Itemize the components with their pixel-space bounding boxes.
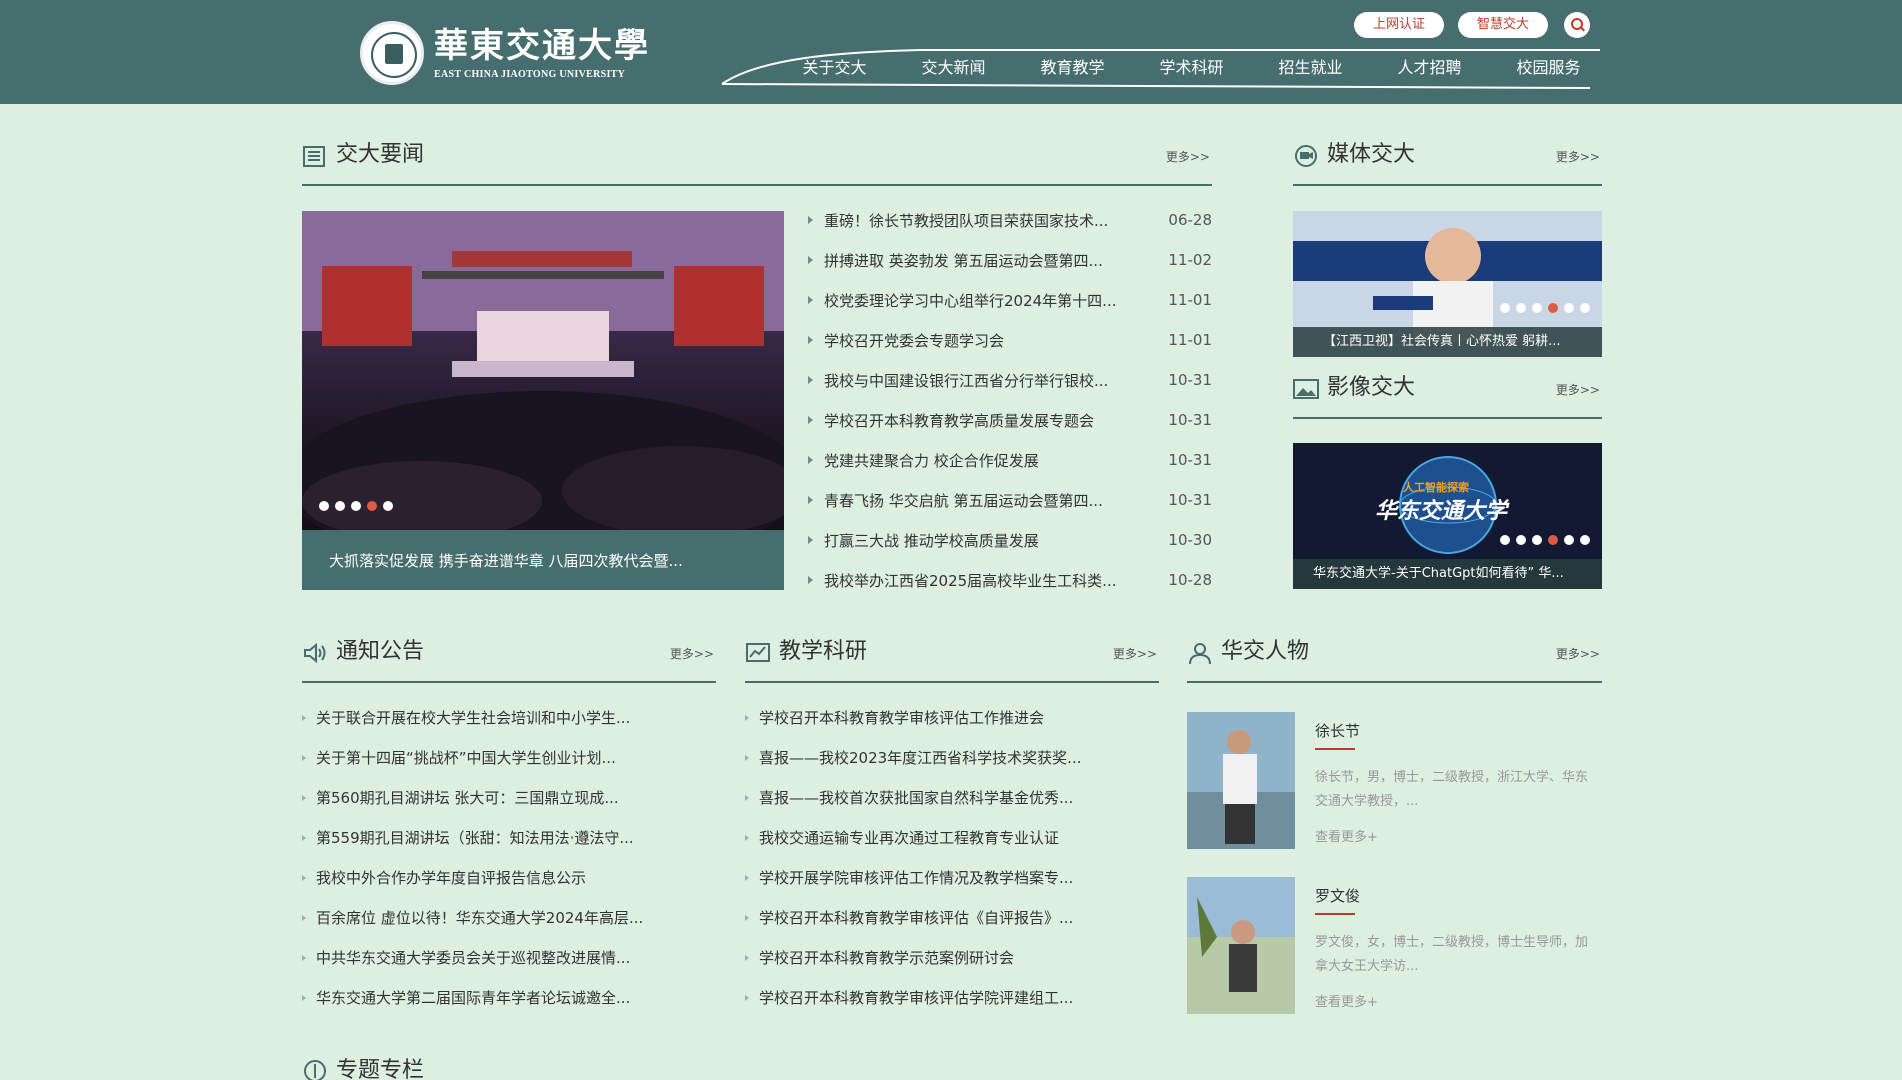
- main-nav: 关于交大 交大新闻 教育教学 学术科研 招生就业 人才招聘 校园服务: [775, 56, 1608, 80]
- list-item[interactable]: 拼搏进取 英姿勃发 第五届运动会暨第四... 11-02: [806, 240, 1212, 280]
- media-more-link[interactable]: 更多>>: [1556, 148, 1600, 165]
- book-icon: [304, 1060, 326, 1080]
- person-photo: [1187, 877, 1295, 1014]
- notices-section-title: 通知公告: [336, 639, 425, 664]
- video-section-title: 影像交大: [1327, 375, 1416, 400]
- newspaper-icon: [303, 146, 325, 167]
- media-section-header: 媒体交大 更多>>: [1293, 140, 1602, 186]
- network-auth-button[interactable]: 上网认证: [1354, 12, 1445, 38]
- people-more-link[interactable]: 更多>>: [1556, 645, 1600, 662]
- nav-item-admissions[interactable]: 招生就业: [1251, 56, 1370, 80]
- person-more-link[interactable]: 查看更多+: [1315, 826, 1378, 845]
- video-overlay-title: 华东交通大学: [1375, 499, 1508, 524]
- notices-more-link[interactable]: 更多>>: [670, 645, 714, 662]
- person-photo: [1187, 712, 1295, 849]
- list-item[interactable]: 学校召开本科教育教学示范案例研讨会: [745, 938, 1159, 978]
- nav-item-news[interactable]: 交大新闻: [894, 56, 1013, 80]
- list-item[interactable]: 我校举办江西省2025届高校毕业生工科类... 10-28: [806, 560, 1212, 600]
- search-icon[interactable]: [1564, 12, 1591, 38]
- list-item[interactable]: 喜报——我校2023年度江西省科学技术奖获奖...: [745, 738, 1159, 778]
- list-item[interactable]: 打赢三大战 推动学校高质量发展 10-30: [806, 520, 1212, 560]
- news-list: 重磅！徐长节教授团队项目荣获国家技术... 06-28 拼搏进取 英姿勃发 第五届…: [806, 200, 1212, 600]
- camera-chat-icon: [1295, 145, 1317, 167]
- name-underline: [1315, 748, 1355, 750]
- notices-list: 关于联合开展在校大学生社会培训和中小学生... 关于第十四届“挑战杯”中国大学生…: [302, 698, 716, 1018]
- person-description: 罗文俊，女，博士，二级教授，博士生导师，加拿大女王大学访...: [1315, 935, 1589, 974]
- logo-chinese-name: 華東交通大學: [434, 25, 650, 66]
- video-caption[interactable]: 华东交通大学-关于ChatGpt如何看待” 华...: [1293, 559, 1602, 589]
- media-caption[interactable]: 【江西卫视】社会传真丨心怀热爱 躬耕...: [1293, 327, 1602, 357]
- media-section-title: 媒体交大: [1327, 142, 1416, 167]
- person-card[interactable]: 徐长节 徐长节，男，博士，二级教授，浙江大学、华东交通大学教授，... 查看更多…: [1187, 712, 1602, 850]
- list-item[interactable]: 学校召开党委会专题学习会 11-01: [806, 320, 1212, 360]
- media-carousel-dots[interactable]: [1500, 303, 1590, 313]
- people-section-header: 华交人物 更多>>: [1187, 637, 1602, 683]
- slideshow-dots[interactable]: [319, 501, 393, 511]
- notices-section-header: 通知公告 更多>>: [302, 637, 716, 683]
- news-slideshow[interactable]: 大抓落实促发展 携手奋进谱华章 八届四次教代会暨...: [302, 211, 784, 590]
- list-item[interactable]: 我校交通运输专业再次通过工程教育专业认证: [745, 818, 1159, 858]
- list-item[interactable]: 学校开展学院审核评估工作情况及教学档案专...: [745, 858, 1159, 898]
- person-name[interactable]: 罗文俊: [1315, 885, 1360, 906]
- person-more-link[interactable]: 查看更多+: [1315, 991, 1378, 1010]
- research-section-header: 教学科研 更多>>: [745, 637, 1159, 683]
- person-card[interactable]: 罗文俊 罗文俊，女，博士，二级教授，博士生导师，加拿大女王大学访... 查看更多…: [1187, 877, 1602, 1015]
- video-section-header: 影像交大 更多>>: [1293, 373, 1602, 419]
- news-section-title: 交大要闻: [336, 142, 425, 167]
- list-item[interactable]: 我校中外合作办学年度自评报告信息公示: [302, 858, 716, 898]
- list-item[interactable]: 学校召开本科教育教学审核评估《自评报告》...: [745, 898, 1159, 938]
- nav-item-recruitment[interactable]: 人才招聘: [1370, 56, 1489, 80]
- list-item[interactable]: 百余席位 虚位以待！华东交通大学2024年高层...: [302, 898, 716, 938]
- news-section-header: 交大要闻 更多>>: [302, 140, 1212, 186]
- university-logo[interactable]: 華東交通大學 EAST CHINA JIAOTONG UNIVERSITY: [360, 21, 650, 85]
- nav-item-about[interactable]: 关于交大: [775, 56, 894, 80]
- slide-caption[interactable]: 大抓落实促发展 携手奋进谱华章 八届四次教代会暨...: [329, 550, 683, 571]
- research-section-title: 教学科研: [779, 639, 868, 664]
- university-seal-icon: [360, 21, 424, 85]
- speaker-icon: [304, 642, 326, 664]
- list-item[interactable]: 我校与中国建设银行江西省分行举行银校... 10-31: [806, 360, 1212, 400]
- site-header: 華東交通大學 EAST CHINA JIAOTONG UNIVERSITY 上网…: [0, 0, 1902, 104]
- list-item[interactable]: 学校召开本科教育教学审核评估学院评建组工...: [745, 978, 1159, 1018]
- research-list: 学校召开本科教育教学审核评估工作推进会 喜报——我校2023年度江西省科学技术奖…: [745, 698, 1159, 1018]
- smart-campus-button[interactable]: 智慧交大: [1458, 12, 1549, 38]
- chart-board-icon: [746, 643, 770, 662]
- list-item[interactable]: 学校召开本科教育教学高质量发展专题会 10-31: [806, 400, 1212, 440]
- list-item[interactable]: 校党委理论学习中心组举行2024年第十四... 11-01: [806, 280, 1212, 320]
- logo-english-name: EAST CHINA JIAOTONG UNIVERSITY: [434, 68, 626, 80]
- list-item[interactable]: 青春飞扬 华交启航 第五届运动会暨第四... 10-31: [806, 480, 1212, 520]
- list-item[interactable]: 重磅！徐长节教授团队项目荣获国家技术... 06-28: [806, 200, 1212, 240]
- person-icon: [1189, 643, 1211, 665]
- list-item[interactable]: 党建共建聚合力 校企合作促发展 10-31: [806, 440, 1212, 480]
- special-section-title: 专题专栏: [336, 1058, 425, 1080]
- nav-item-education[interactable]: 教育教学: [1013, 56, 1132, 80]
- nav-item-campus-services[interactable]: 校园服务: [1489, 56, 1608, 80]
- news-more-link[interactable]: 更多>>: [1166, 148, 1210, 165]
- media-video-card[interactable]: 【江西卫视】社会传真丨心怀热爱 躬耕...: [1293, 211, 1602, 357]
- list-item[interactable]: 喜报——我校首次获批国家自然科学基金优秀...: [745, 778, 1159, 818]
- name-underline: [1315, 913, 1355, 915]
- video-more-link[interactable]: 更多>>: [1556, 381, 1600, 398]
- person-description: 徐长节，男，博士，二级教授，浙江大学、华东交通大学教授，...: [1315, 770, 1589, 809]
- research-more-link[interactable]: 更多>>: [1113, 645, 1157, 662]
- video-card[interactable]: 华东交通大学 人工智能探索 华东交通大学-关于ChatGpt如何看待” 华...: [1293, 443, 1602, 589]
- people-section-title: 华交人物: [1221, 639, 1310, 664]
- nav-item-research[interactable]: 学术科研: [1132, 56, 1251, 80]
- conference-hall-photo: [302, 211, 784, 530]
- image-icon: [1293, 379, 1319, 399]
- person-name[interactable]: 徐长节: [1315, 720, 1360, 741]
- special-section-header: 专题专栏: [302, 1056, 602, 1080]
- video-carousel-dots[interactable]: [1500, 535, 1590, 545]
- list-item[interactable]: 第559期孔目湖讲坛（张甜：知法用法·遵法守...: [302, 818, 716, 858]
- list-item[interactable]: 华东交通大学第二届国际青年学者论坛诚邀全...: [302, 978, 716, 1018]
- list-item[interactable]: 关于联合开展在校大学生社会培训和中小学生...: [302, 698, 716, 738]
- list-item[interactable]: 第560期孔目湖讲坛 张大可：三国鼎立现成...: [302, 778, 716, 818]
- list-item[interactable]: 学校召开本科教育教学审核评估工作推进会: [745, 698, 1159, 738]
- list-item[interactable]: 关于第十四届“挑战杯”中国大学生创业计划...: [302, 738, 716, 778]
- video-overlay-subtitle: 人工智能探索: [1403, 481, 1469, 494]
- list-item[interactable]: 中共华东交通大学委员会关于巡视整改进展情...: [302, 938, 716, 978]
